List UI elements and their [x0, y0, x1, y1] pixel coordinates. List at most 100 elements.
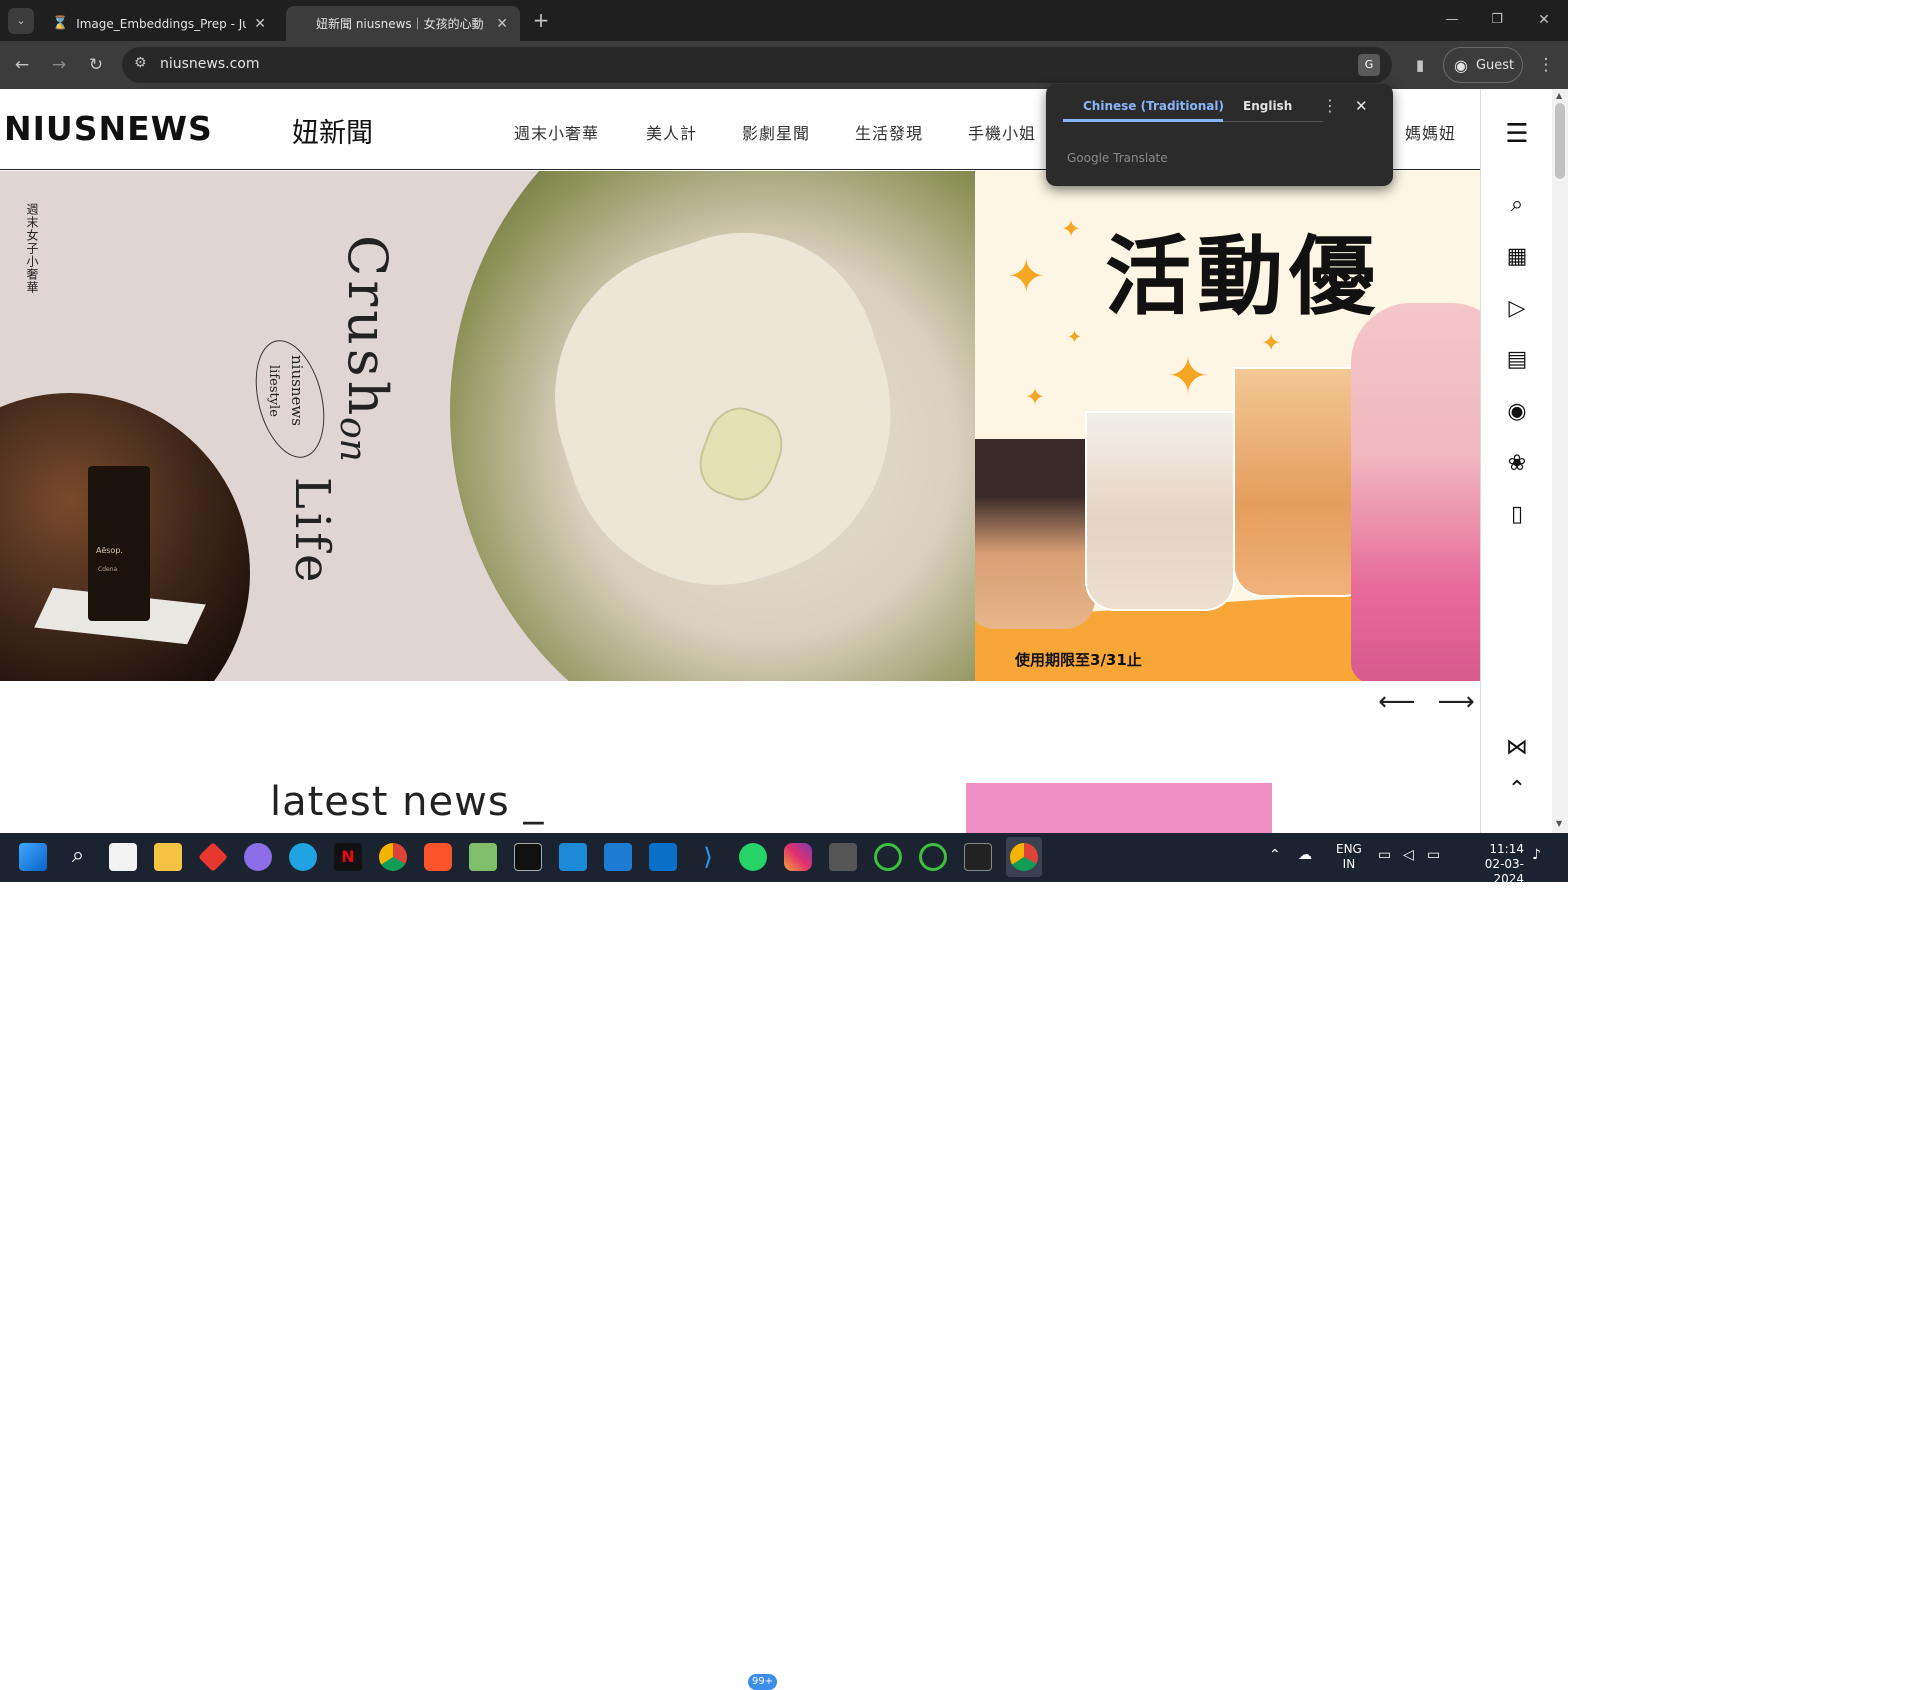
new-tab-button[interactable]: +: [529, 8, 553, 32]
back-icon[interactable]: ←: [10, 53, 34, 77]
address-bar[interactable]: ⚙ niusnews.com G: [122, 47, 1392, 83]
share-icon[interactable]: ⋈: [1481, 735, 1552, 760]
side-panel-icon[interactable]: ▮: [1408, 53, 1432, 77]
play-icon[interactable]: ▷: [1481, 296, 1552, 321]
tab-divider: [1223, 121, 1323, 122]
site-logo[interactable]: NIUSNEWS: [4, 109, 213, 148]
scroll-down-icon[interactable]: ▼: [1556, 819, 1562, 828]
app-blue-icon[interactable]: [559, 843, 587, 871]
promo-banner[interactable]: [966, 783, 1272, 833]
phone-icon[interactable]: ▯: [1481, 502, 1552, 527]
page-scrollbar[interactable]: ▲ ▼: [1552, 89, 1568, 833]
nav-item[interactable]: 生活發現: [855, 120, 923, 144]
app-green-ring-icon[interactable]: [919, 843, 947, 871]
nav-item[interactable]: 媽媽妞: [1405, 120, 1456, 144]
tab-title: Image_Embeddings_Prep - Jupy: [76, 16, 247, 31]
hero-slide-left[interactable]: Aēsop. Cdena 週末女子小奢華 Crush on Life niusn…: [0, 171, 975, 681]
chrome-icon[interactable]: [1010, 843, 1038, 871]
sparkle-icon: ✦: [1261, 329, 1282, 357]
vscode-icon[interactable]: ⟩: [694, 843, 722, 871]
paw-icon[interactable]: ❀: [1481, 451, 1552, 476]
outlook-icon[interactable]: [649, 843, 677, 871]
terminal-icon[interactable]: [964, 843, 992, 871]
start-icon[interactable]: [19, 843, 47, 871]
nav-item[interactable]: 美人計: [646, 120, 697, 144]
scrollbar-thumb[interactable]: [1555, 103, 1565, 179]
tab-chinese-traditional[interactable]: Chinese (Traditional): [1083, 99, 1224, 113]
translate-icon[interactable]: G: [1358, 54, 1380, 76]
translate-popup: Chinese (Traditional) English ⋮ ✕ Google…: [1046, 84, 1393, 186]
menu-icon[interactable]: ☰: [1481, 119, 1552, 149]
menu-dots-icon[interactable]: ⋮: [1534, 53, 1558, 77]
brave-icon[interactable]: [424, 843, 452, 871]
terminal-icon[interactable]: [514, 843, 542, 871]
cup-image: [975, 439, 1095, 629]
sparkle-icon: ✦: [1167, 347, 1209, 405]
app-purple-icon[interactable]: [244, 843, 272, 871]
calendar-icon[interactable]: ▦: [1481, 244, 1552, 269]
search-icon[interactable]: ⌕: [1481, 192, 1552, 217]
site-info-icon[interactable]: ⚙: [134, 55, 147, 71]
nav-item[interactable]: 週末小奢華: [514, 120, 599, 144]
nav-item[interactable]: 影劇星聞: [742, 120, 810, 144]
instagram-icon[interactable]: [784, 843, 812, 871]
book-icon[interactable]: ▤: [1481, 347, 1552, 372]
hero-slide-right[interactable]: 活動優 ✦ ✦ ✦ ✦ ✦ ✦ 使用期限至3/31止: [975, 171, 1480, 681]
script-on: on: [332, 417, 373, 462]
tab-strip: ⌄ ⌛ Image_Embeddings_Prep - Jupy ✕ 妞新聞 n…: [0, 0, 1568, 41]
user-icon[interactable]: ◉: [1481, 399, 1552, 424]
store-icon[interactable]: [109, 843, 137, 871]
whatsapp-icon[interactable]: [739, 843, 767, 871]
site-logo-zh[interactable]: 妞新聞: [292, 111, 373, 150]
close-icon[interactable]: ✕: [1355, 97, 1368, 115]
app-gray-icon[interactable]: [829, 843, 857, 871]
tab-search-chevron-icon[interactable]: ⌄: [8, 8, 34, 34]
chevron-up-icon[interactable]: ⌃: [1481, 777, 1552, 802]
lang-code: ENG: [1336, 842, 1362, 856]
search-icon[interactable]: ⌕: [64, 843, 92, 871]
app-red-icon[interactable]: [198, 842, 228, 872]
app-green-ring-icon[interactable]: [874, 843, 902, 871]
volume-mute-icon[interactable]: ◁: [1403, 847, 1414, 863]
nav-item[interactable]: 手機小姐: [968, 120, 1036, 144]
close-icon[interactable]: ✕: [496, 16, 508, 32]
scroll-up-icon[interactable]: ▲: [1556, 91, 1562, 100]
web-page: NIUSNEWS 妞新聞 週末小奢華 美人計 影劇星聞 生活發現 手機小姐 媽媽…: [0, 89, 1552, 833]
clock[interactable]: 11:14 02-03-2024: [1460, 842, 1524, 887]
profile-button[interactable]: ◉ Guest: [1443, 47, 1523, 83]
brand-translate: Translate: [1113, 151, 1168, 165]
close-window-button[interactable]: ✕: [1532, 8, 1556, 32]
onedrive-icon[interactable]: ☁: [1298, 847, 1312, 863]
tab-english[interactable]: English: [1243, 99, 1292, 113]
network-icon[interactable]: ▭: [1378, 847, 1391, 863]
file-explorer-icon[interactable]: [154, 843, 182, 871]
whatsapp-badge: 99+: [748, 1674, 778, 1690]
battery-icon[interactable]: ▭: [1427, 847, 1440, 863]
tab-niusnews[interactable]: 妞新聞 niusnews｜女孩的心動 ✕: [286, 6, 520, 41]
maximize-button[interactable]: ❐: [1485, 8, 1509, 32]
notification-bell-icon[interactable]: ♪: [1532, 847, 1541, 863]
language-indicator[interactable]: ENG IN: [1336, 842, 1362, 872]
minimize-button[interactable]: —: [1440, 8, 1464, 32]
edge-icon[interactable]: [289, 843, 317, 871]
more-options-icon[interactable]: ⋮: [1322, 96, 1338, 115]
arrow-right-icon[interactable]: ⟶: [1438, 687, 1475, 717]
sparkle-icon: ✦: [1007, 249, 1046, 303]
netflix-icon[interactable]: N: [334, 843, 362, 871]
tab-jupyter[interactable]: ⌛ Image_Embeddings_Prep - Jupy ✕: [40, 6, 278, 41]
close-icon[interactable]: ✕: [254, 16, 266, 32]
reload-icon[interactable]: ↻: [84, 53, 108, 77]
arrow-left-icon[interactable]: ⟵: [1378, 687, 1415, 717]
carousel-arrows: ⟵ ⟶: [1378, 687, 1475, 717]
script-title: Crush: [336, 235, 399, 420]
tab-title: 妞新聞 niusnews｜女孩的心動: [316, 17, 484, 31]
sparkle-icon: ✦: [1067, 327, 1083, 348]
right-sidebar: ☰ ⌕ ▦ ▷ ▤ ◉ ❀ ▯ ⋈ ⌃: [1480, 89, 1552, 833]
clock-date: 02-03-2024: [1484, 857, 1524, 886]
photos-icon[interactable]: [469, 843, 497, 871]
tray-chevron-up-icon[interactable]: ⌃: [1269, 847, 1281, 863]
url-text[interactable]: niusnews.com: [160, 56, 260, 72]
prime-video-icon[interactable]: [604, 843, 632, 871]
forward-icon[interactable]: →: [47, 53, 71, 77]
chrome-icon[interactable]: [379, 843, 407, 871]
